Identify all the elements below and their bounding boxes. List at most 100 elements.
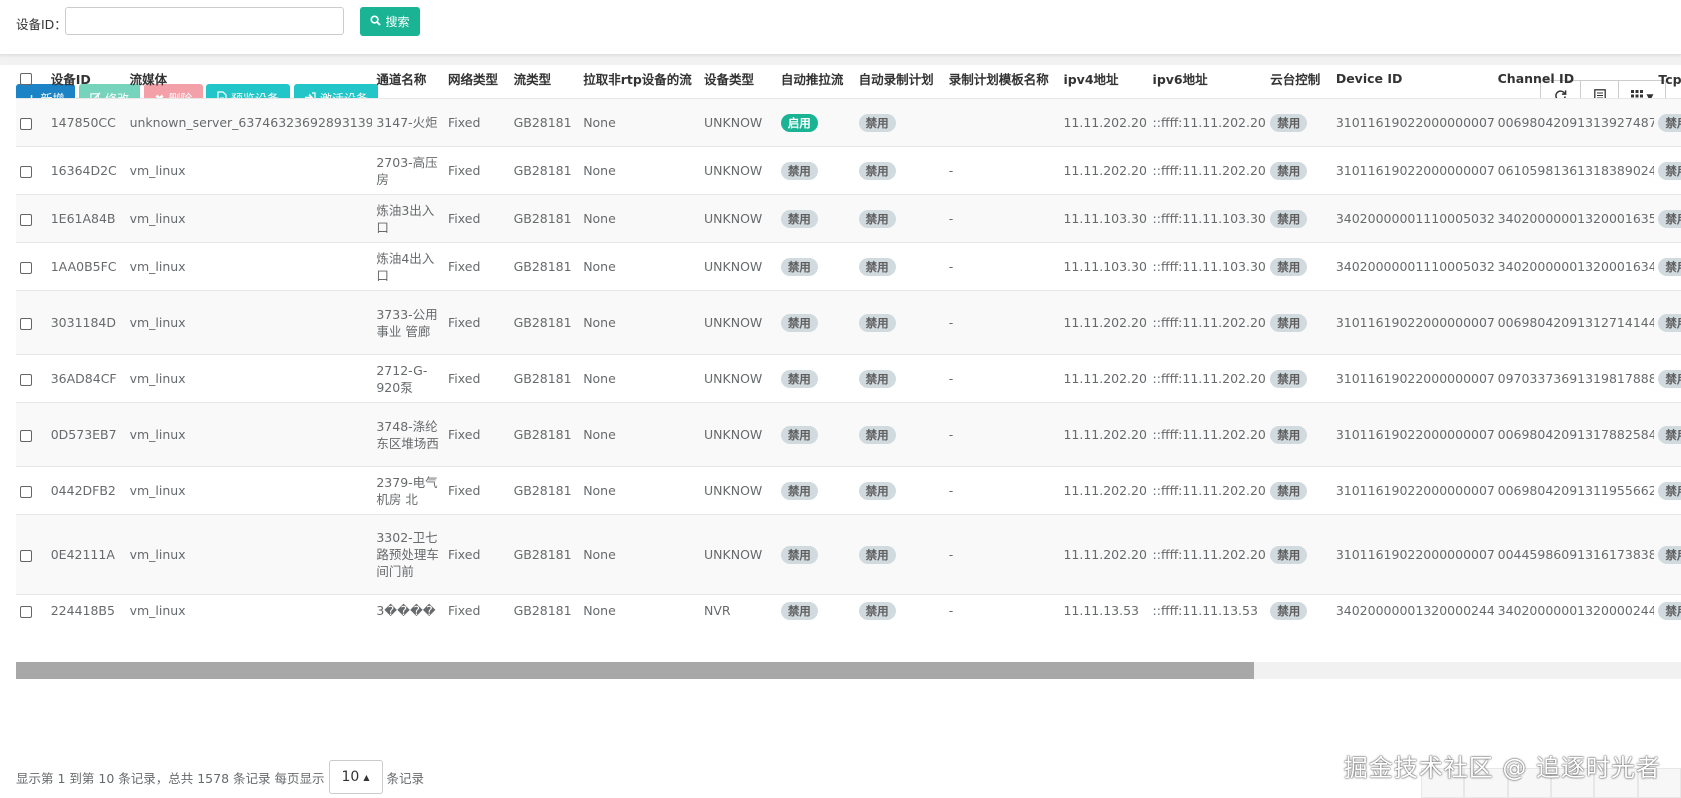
row-checkbox[interactable]	[20, 485, 32, 498]
table-row[interactable]: 0E42111A vm_linux 3302-卫七路预处理车间门前 Fixed GB28…	[16, 514, 1681, 595]
status-badge: 禁用	[1658, 601, 1681, 620]
table-row[interactable]: 0442DFB2 vm_linux 2379-电气机房 北 Fixed GB28181 N…	[16, 466, 1681, 515]
select-all-checkbox[interactable]	[20, 73, 32, 85]
cell-auto-rec: 禁用	[854, 402, 945, 467]
table-row[interactable]: 1E61A84B vm_linux 炼油3出入口 Fixed GB28181 None UN…	[16, 194, 1681, 243]
cell-id: 1E61A84B	[46, 194, 126, 243]
column-header[interactable]: Channel ID	[1493, 58, 1655, 99]
column-header[interactable]: Tcp推流	[1654, 58, 1681, 99]
cell-auto-rec: 禁用	[854, 514, 945, 595]
cell-ipv6: ::ffff:11.11.202.20	[1148, 146, 1267, 195]
column-header[interactable]: 流类型	[509, 58, 580, 99]
column-header[interactable]: 设备类型	[700, 58, 777, 99]
status-badge: 禁用	[780, 161, 818, 180]
pagination-suffix: 条记录	[386, 770, 425, 786]
table-horizontal-scrollbar[interactable]	[16, 662, 1681, 679]
cell-type: UNKNOW	[700, 98, 777, 147]
cell-device-id: 31011619022000000007	[1331, 146, 1494, 195]
row-checkbox[interactable]	[20, 317, 32, 330]
scrollbar-thumb[interactable]	[16, 662, 1254, 679]
cell-stream: GB28181	[509, 290, 580, 355]
cell-ptz: 禁用	[1266, 466, 1332, 515]
column-header[interactable]: 设备ID	[46, 58, 126, 99]
cell-stream: GB28181	[509, 242, 580, 291]
cell-tcp: 禁用	[1654, 402, 1681, 467]
column-header[interactable]: 自动录制计划	[854, 58, 945, 99]
cell-auto-push: 禁用	[776, 242, 855, 291]
cell-ptz: 禁用	[1266, 594, 1332, 627]
cell-channel: 炼油4出入口	[372, 242, 445, 291]
cell-type: UNKNOW	[700, 354, 777, 403]
cell-net: Fixed	[444, 242, 510, 291]
column-header[interactable]: 网络类型	[444, 58, 510, 99]
cell-ipv6: ::ffff:11.11.202.20	[1148, 402, 1267, 467]
column-header[interactable]: 云台控制	[1266, 58, 1332, 99]
column-header[interactable]: 流媒体	[125, 58, 373, 99]
cell-stream: GB28181	[509, 146, 580, 195]
cell-rec-tpl: -	[944, 242, 1060, 291]
cell-ipv4: 11.11.103.30	[1059, 242, 1149, 291]
cell-media: vm_linux	[125, 146, 373, 195]
table-row[interactable]: 147850CC unknown_server_63746323692893139…	[16, 98, 1681, 147]
cell-auto-push: 禁用	[776, 402, 855, 467]
row-checkbox[interactable]	[20, 213, 32, 226]
status-badge: 禁用	[1658, 425, 1681, 444]
status-badge: 禁用	[1270, 369, 1308, 388]
cell-channel-id: 00698042091312714144	[1493, 290, 1655, 355]
cell-rec-tpl: -	[944, 514, 1060, 595]
cell-stream: GB28181	[509, 354, 580, 403]
cell-rec-tpl: -	[944, 594, 1060, 627]
device-id-search-input[interactable]	[65, 7, 344, 35]
cell-net: Fixed	[444, 146, 510, 195]
cell-device-id: 31011619022000000007	[1331, 98, 1494, 147]
device-table-container: 设备ID 流媒体 通道名称 网络类型 流类型 拉取非rtp设备的流 设备类型 自…	[16, 58, 1681, 725]
column-header[interactable]: ipv6地址	[1148, 58, 1267, 99]
row-checkbox[interactable]	[20, 165, 32, 178]
column-header[interactable]: 自动推拉流	[776, 58, 855, 99]
cell-auto-push: 禁用	[776, 354, 855, 403]
cell-tcp: 禁用	[1654, 466, 1681, 515]
cell-pull: None	[579, 242, 701, 291]
table-row[interactable]: 16364D2C vm_linux 2703-高压房 Fixed GB28181 None…	[16, 146, 1681, 195]
cell-media: vm_linux	[125, 242, 373, 291]
caret-up-icon: ▲	[363, 772, 370, 782]
cell-id: 1AA0B5FC	[46, 242, 126, 291]
column-header[interactable]: ipv4地址	[1059, 58, 1149, 99]
row-checkbox[interactable]	[20, 373, 32, 386]
cell-rec-tpl: -	[944, 354, 1060, 403]
cell-channel: 2712-G-920泵	[372, 354, 445, 403]
search-panel: 设备ID： 搜索	[0, 0, 1681, 55]
table-row[interactable]: 1AA0B5FC vm_linux 炼油4出入口 Fixed GB28181 None UN…	[16, 242, 1681, 291]
select-all-cell	[16, 58, 47, 99]
cell-media: vm_linux	[125, 194, 373, 243]
cell-auto-push: 禁用	[776, 146, 855, 195]
status-badge: 禁用	[780, 425, 818, 444]
column-header[interactable]: 通道名称	[372, 58, 445, 99]
cell-type: UNKNOW	[700, 466, 777, 515]
cell-channel-id: 00698042091313927487	[1493, 98, 1655, 147]
search-button[interactable]: 搜索	[360, 7, 420, 36]
table-row[interactable]: 224418B5 vm_linux 3���� Fixed GB28181 None NVR…	[16, 594, 1681, 627]
status-badge: 禁用	[1658, 113, 1681, 132]
cell-ipv6: ::ffff:11.11.202.20	[1148, 514, 1267, 595]
status-badge: 禁用	[858, 161, 896, 180]
cell-stream: GB28181	[509, 98, 580, 147]
cell-ipv4: 11.11.202.20	[1059, 98, 1149, 147]
status-badge: 禁用	[1658, 161, 1681, 180]
column-header[interactable]: 录制计划模板名称	[944, 58, 1060, 99]
table-row[interactable]: 0D573EB7 vm_linux 3748-涤纶东区堆场西 Fixed GB28181…	[16, 402, 1681, 467]
row-checkbox[interactable]	[20, 605, 32, 618]
column-header[interactable]: Device ID	[1331, 58, 1494, 99]
row-checkbox[interactable]	[20, 429, 32, 442]
row-checkbox[interactable]	[20, 117, 32, 130]
cell-channel-id: 00698042091317882584	[1493, 402, 1655, 467]
cell-net: Fixed	[444, 514, 510, 595]
page-size-dropdown[interactable]: 10 ▲	[328, 760, 383, 794]
cell-ptz: 禁用	[1266, 98, 1332, 147]
row-checkbox[interactable]	[20, 261, 32, 274]
table-row[interactable]: 36AD84CF vm_linux 2712-G-920泵 Fixed GB28181 N…	[16, 354, 1681, 403]
cell-type: UNKNOW	[700, 514, 777, 595]
table-row[interactable]: 3031184D vm_linux 3733-公用事业 管廊 Fixed GB28181…	[16, 290, 1681, 355]
row-checkbox[interactable]	[20, 549, 32, 562]
column-header[interactable]: 拉取非rtp设备的流	[579, 58, 701, 99]
